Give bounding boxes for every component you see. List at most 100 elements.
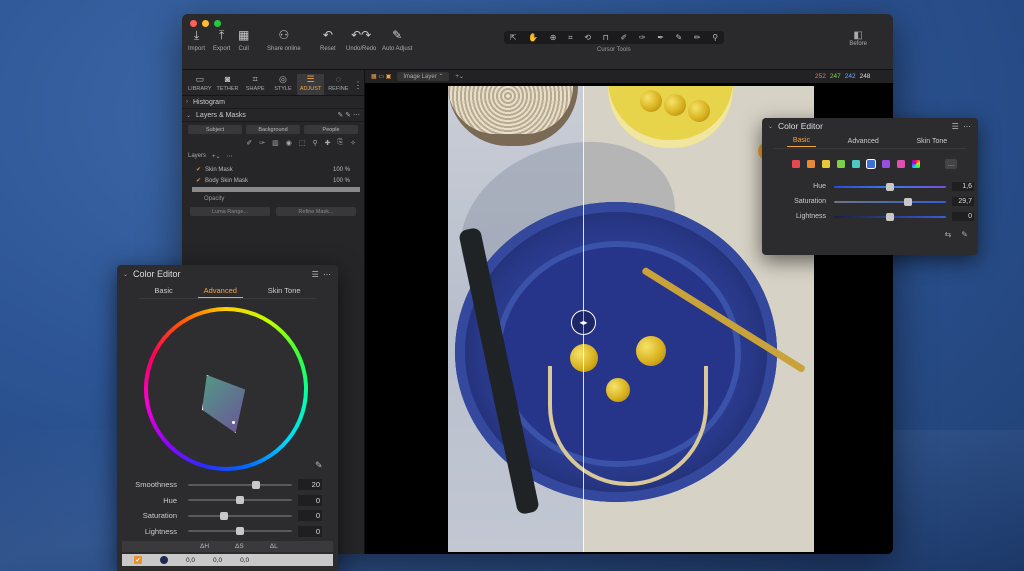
slider-value[interactable]: 1,6 <box>952 182 974 191</box>
slider-track[interactable] <box>188 511 292 520</box>
background-mask-button[interactable]: Background <box>246 125 300 134</box>
close-window-button[interactable] <box>190 20 197 27</box>
color-swatch[interactable] <box>792 160 800 168</box>
brush-tool-icon[interactable]: ✐ <box>246 139 252 147</box>
refine-mask-button[interactable]: Refine Mask... <box>276 207 356 216</box>
radial-tool-icon[interactable]: ◉ <box>286 139 292 147</box>
layer-select[interactable]: Image Layer ⌃ <box>397 72 450 81</box>
magic-tool-icon[interactable]: ✧ <box>350 139 356 147</box>
add-layer-icon[interactable]: +⌄ <box>212 153 221 160</box>
tab-shape[interactable]: ⌗ SHAPE <box>241 74 269 95</box>
slider-value[interactable]: 0 <box>298 525 322 537</box>
slider-knob[interactable] <box>251 480 260 489</box>
tab-advanced[interactable]: Advanced <box>842 136 885 147</box>
keystone-cursor-icon[interactable]: ⊓ <box>603 33 609 42</box>
color-swatch[interactable] <box>822 160 830 168</box>
layer-item[interactable]: ✔ Skin Mask 100 % <box>182 164 364 175</box>
table-row[interactable]: ✔ 0,0 0,0 0,0 <box>122 554 333 566</box>
clone-tool-icon[interactable]: ⎘ <box>338 139 344 147</box>
slider-knob[interactable] <box>903 197 912 206</box>
checkbox[interactable]: ✔ <box>134 556 142 564</box>
add-icon[interactable]: +⌄ <box>455 73 464 80</box>
rotate-cursor-icon[interactable]: ⟲ <box>584 33 591 42</box>
before-button[interactable]: ◧ Before <box>849 30 867 47</box>
heal-tool-icon[interactable]: ✚ <box>325 139 331 147</box>
all-colors-swatch[interactable] <box>912 160 920 168</box>
slider-knob[interactable] <box>220 511 229 520</box>
color-swatch[interactable] <box>866 159 876 169</box>
auto-adjust-button[interactable]: ✎ Auto Adjust <box>382 28 412 52</box>
erase-cursor-icon[interactable]: ✑ <box>639 33 646 42</box>
slider-value[interactable]: 0 <box>952 212 974 221</box>
color-swatch[interactable] <box>882 160 890 168</box>
slider-knob[interactable] <box>886 212 894 221</box>
minimize-window-button[interactable] <box>202 20 209 27</box>
tab-tether[interactable]: ◙ TETHER <box>214 74 242 95</box>
slider-knob[interactable] <box>236 527 244 536</box>
checkmark-icon[interactable]: ✔ <box>196 166 201 173</box>
reset-button[interactable]: ↶ Reset <box>320 28 336 52</box>
tab-style[interactable]: ◎ STYLE <box>269 74 297 95</box>
selected-layer-row[interactable] <box>192 187 360 192</box>
slider-value[interactable]: 20 <box>298 479 322 491</box>
cull-button[interactable]: ▦ Cull <box>238 28 249 52</box>
split-handle[interactable]: ◂▸ <box>571 310 596 335</box>
more-button[interactable]: … <box>945 159 957 169</box>
more-tabs-button[interactable]: ⋮ <box>352 80 364 95</box>
people-mask-button[interactable]: People <box>304 125 358 134</box>
slider-track[interactable] <box>188 527 292 536</box>
slider-knob[interactable] <box>886 182 894 191</box>
erase-tool-icon[interactable]: ✑ <box>259 139 265 147</box>
slider-value[interactable]: 0 <box>298 494 322 506</box>
grid-icon[interactable]: ▦ ▭ ▣ <box>371 73 391 80</box>
slider-track[interactable] <box>834 182 946 191</box>
swap-icon[interactable]: ⇆ <box>945 230 952 239</box>
subject-mask-button[interactable]: Subject <box>188 125 242 134</box>
layer-menu-icon[interactable]: ⋯ <box>227 153 233 160</box>
export-button[interactable]: ⤒ Export <box>213 28 230 52</box>
eyedropper-icon[interactable]: ✎ <box>315 460 323 471</box>
crop-cursor-icon[interactable]: ⌗ <box>568 33 573 43</box>
tab-library[interactable]: ▭ LIBRARY <box>186 74 214 95</box>
zoom-window-button[interactable] <box>214 20 221 27</box>
clone-cursor-icon[interactable]: ✏ <box>694 33 701 42</box>
heal-cursor-icon[interactable]: ✎ <box>676 33 683 42</box>
fill-tool-icon[interactable]: ⬚ <box>299 139 306 147</box>
color-editor-header[interactable]: ⌄ Color Editor ☰ ⋯ <box>117 265 338 283</box>
slider-track[interactable] <box>188 496 292 505</box>
photo[interactable]: ◂▸ <box>448 86 814 552</box>
checkmark-icon[interactable]: ✔ <box>196 177 201 184</box>
color-range-center[interactable] <box>232 421 235 424</box>
slider-track[interactable] <box>188 480 292 489</box>
color-swatch[interactable] <box>897 160 905 168</box>
undo-redo-button[interactable]: ↶↷ Undo/Redo <box>346 28 376 52</box>
pan-cursor-icon[interactable]: ✋ <box>528 33 538 42</box>
picker-cursor-icon[interactable]: ⚲ <box>712 33 718 42</box>
gradient-tool-icon[interactable]: ▥ <box>272 139 279 147</box>
layers-masks-section[interactable]: ⌄ Layers & Masks ✎ ✎ ⋯ <box>182 109 364 122</box>
tab-skin-tone[interactable]: Skin Tone <box>262 284 307 297</box>
gradient-cursor-icon[interactable]: ✒ <box>657 33 664 42</box>
tab-basic[interactable]: Basic <box>786 135 816 147</box>
slider-value[interactable]: 29,7 <box>952 197 974 206</box>
color-swatch[interactable] <box>837 160 845 168</box>
luma-range-button[interactable]: Luma Range... <box>190 207 270 216</box>
slider-knob[interactable] <box>236 496 244 505</box>
picker-tool-icon[interactable]: ⚲ <box>313 139 318 147</box>
slider-value[interactable]: 0 <box>298 510 322 522</box>
tab-refine[interactable]: ◌ REFINE <box>324 74 352 95</box>
tab-advanced[interactable]: Advanced <box>197 284 243 298</box>
section-menu-icon[interactable]: ✎ ✎ ⋯ <box>337 111 360 119</box>
brush-cursor-icon[interactable]: ✐ <box>621 33 628 42</box>
slider-track[interactable] <box>834 197 946 206</box>
color-editor-header[interactable]: ⌄ Color Editor ☰ ⋯ <box>762 118 978 134</box>
layer-item[interactable]: ✔ Body Skin Mask 100 % <box>182 175 364 186</box>
tab-basic[interactable]: Basic <box>148 284 178 297</box>
panel-menu-icon[interactable]: ☰ ⋯ <box>312 270 332 279</box>
import-button[interactable]: ⤓ Import <box>188 28 205 52</box>
slider-track[interactable] <box>834 212 946 221</box>
color-wheel[interactable] <box>144 307 308 471</box>
color-swatch[interactable] <box>807 160 815 168</box>
color-swatch[interactable] <box>852 160 860 168</box>
panel-menu-icon[interactable]: ☰ ⋯ <box>952 122 972 131</box>
